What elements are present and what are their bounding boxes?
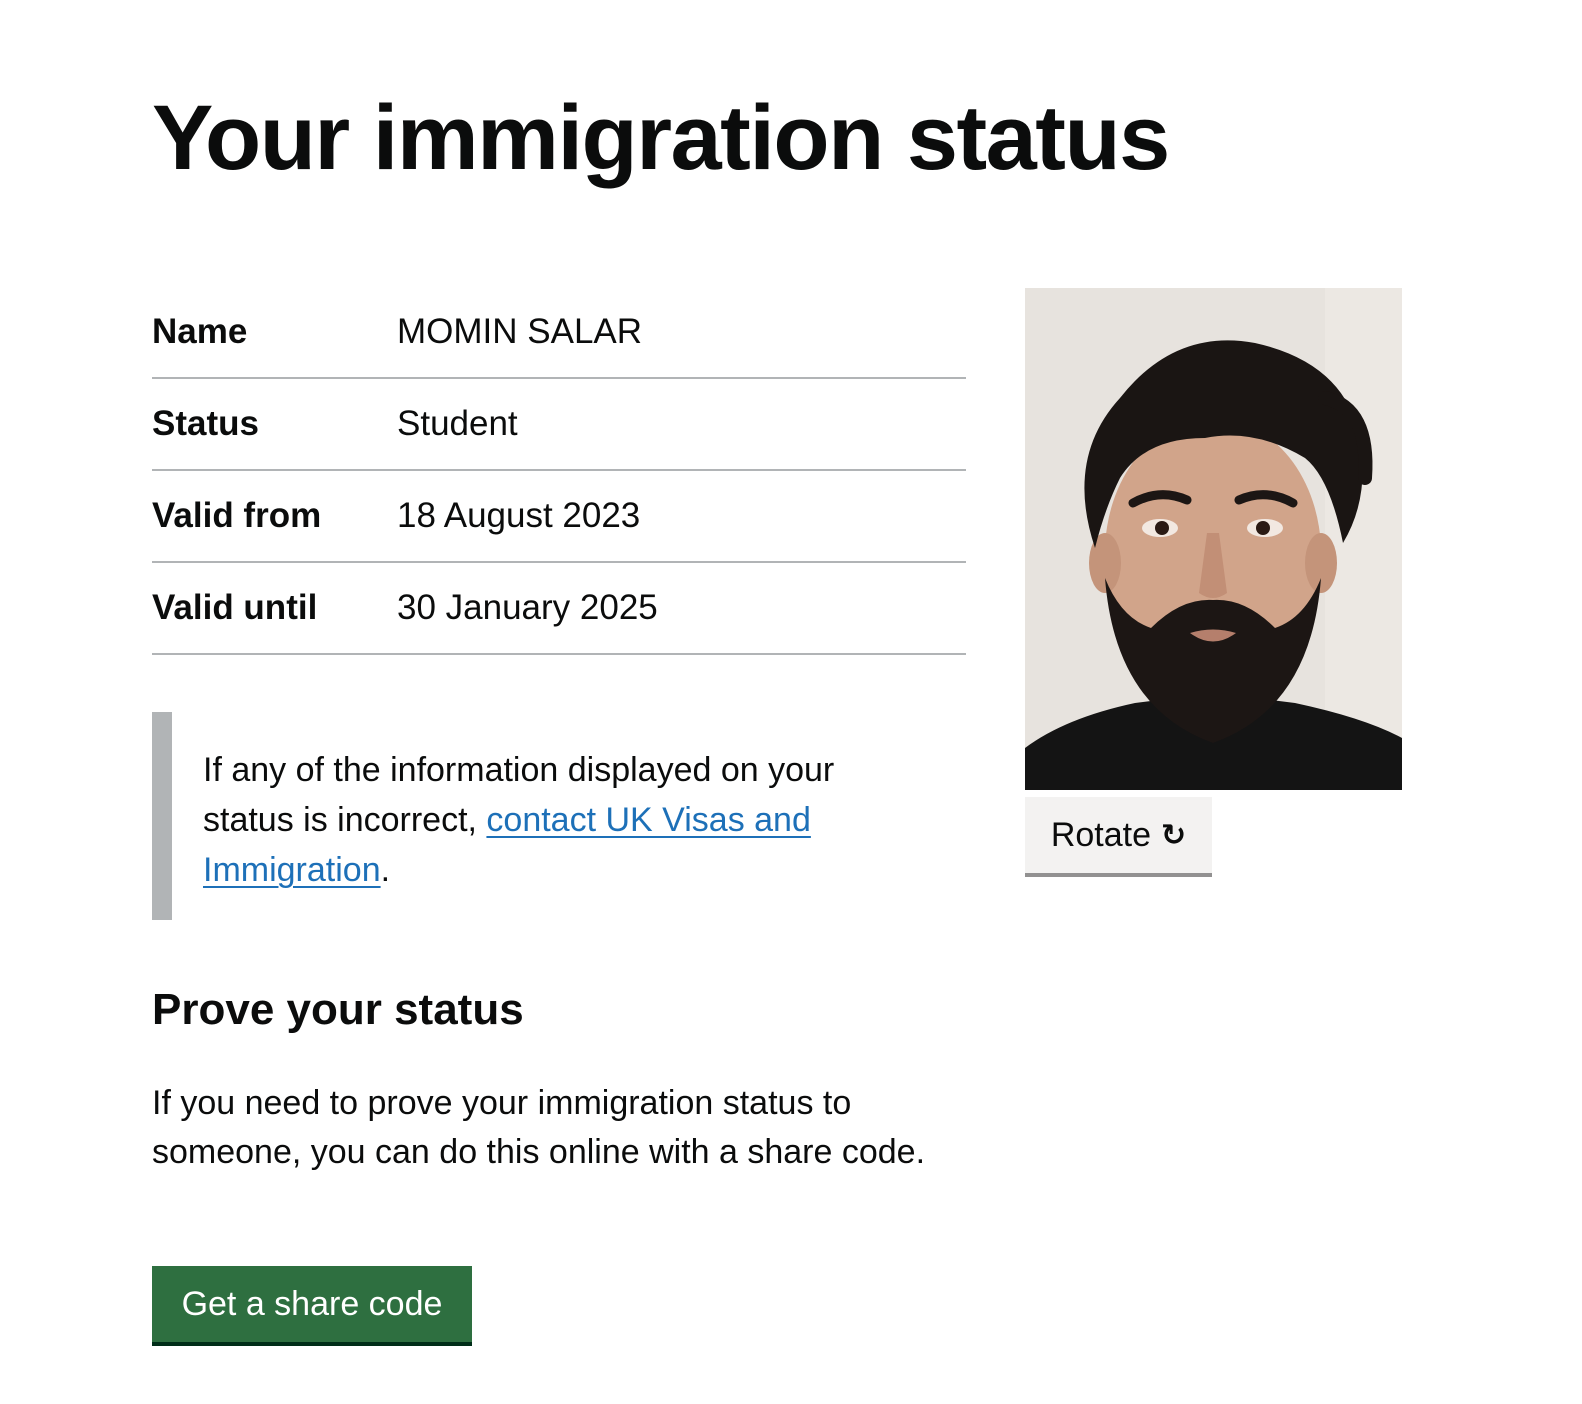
- summary-row-valid-from: Valid from 18 August 2023: [152, 471, 966, 563]
- summary-value-valid-from: 18 August 2023: [397, 496, 641, 535]
- summary-value-status: Student: [397, 404, 518, 443]
- id-photo-illustration: [1025, 288, 1402, 790]
- rotate-button-label: Rotate: [1050, 815, 1152, 854]
- summary-key-valid-from: Valid from: [152, 496, 322, 535]
- prove-status-heading: Prove your status: [152, 985, 524, 1034]
- get-share-code-button[interactable]: Get a share code: [152, 1266, 472, 1342]
- inset-text-after: .: [380, 851, 391, 889]
- summary-row-name: Name MOMIN SALAR: [152, 287, 966, 379]
- summary-value-valid-until: 30 January 2025: [397, 588, 658, 627]
- rotate-photo-button[interactable]: Rotate ↻: [1025, 797, 1212, 873]
- summary-row-status: Status Student: [152, 379, 966, 471]
- status-summary-list: Name MOMIN SALAR Status Student Valid fr…: [152, 287, 966, 655]
- rotate-icon: ↻: [1161, 817, 1187, 853]
- inset-text: If any of the information displayed on y…: [152, 712, 872, 920]
- summary-row-valid-until: Valid until 30 January 2025: [152, 563, 966, 655]
- page-title: Your immigration status: [152, 87, 1170, 189]
- summary-key-name: Name: [152, 312, 248, 351]
- prove-status-description: If you need to prove your immigration st…: [152, 1084, 926, 1171]
- summary-value-name: MOMIN SALAR: [397, 312, 643, 351]
- summary-key-status: Status: [152, 404, 259, 443]
- summary-key-valid-until: Valid until: [152, 588, 318, 627]
- id-photo: [1025, 288, 1402, 790]
